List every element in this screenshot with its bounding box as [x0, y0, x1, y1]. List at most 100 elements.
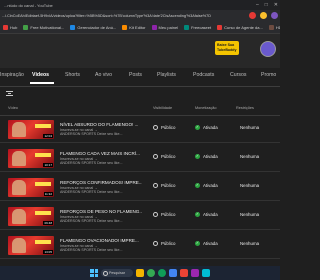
address-bar[interactable]: ...i.ClnCoEAhIEdbtaef-5H9vIA/videos/uplo… [0, 10, 280, 22]
filter-bar[interactable] [0, 87, 280, 100]
bookmark-item[interactable]: Freecaseet [184, 25, 211, 30]
video-description: Inscreva-se no canal → ANDERSON SPORTS De… [60, 128, 140, 137]
video-title[interactable]: REFORÇOS CONFIRMADOS! IMPRE... [60, 180, 142, 185]
file-explorer-icon[interactable] [136, 269, 144, 277]
extension-icon[interactable] [249, 12, 256, 19]
globe-icon [153, 125, 158, 130]
restrictions-value: Nenhuma [240, 125, 260, 130]
video-title[interactable]: REFORÇOS DE PESO NO FLAMENG... [60, 209, 142, 214]
bookmark-item[interactable]: Kit Editor [122, 25, 146, 30]
table-row[interactable]: 09:48 REFORÇOS DE PESO NO FLAMENG... Inscr… [0, 204, 280, 230]
bookmark-label: Free Motivational... [30, 25, 65, 30]
tab-inspiracao[interactable]: Inspiração [0, 72, 24, 78]
maximize-icon[interactable]: □ [265, 2, 268, 8]
bookmark-item[interactable]: Gerenciador de Anú... [70, 25, 116, 30]
window-controls: – □ ✕ [256, 0, 278, 10]
chrome-icon[interactable] [147, 269, 155, 277]
video-thumbnail[interactable]: 13:05 [8, 236, 54, 255]
check-icon: ✓ [195, 241, 200, 246]
monetization-value[interactable]: Ativada [203, 154, 218, 159]
tab-cursos[interactable]: Cursos [230, 72, 246, 78]
monetization-value[interactable]: Ativada [203, 183, 218, 188]
restrictions-value: Nenhuma [240, 212, 260, 217]
app-icon[interactable] [169, 269, 177, 277]
bookmark-label: Kit Editor [129, 25, 146, 30]
column-visibility[interactable]: Visibilidade [153, 106, 172, 110]
check-icon: ✓ [195, 183, 200, 188]
tab-posts[interactable]: Posts [129, 72, 142, 78]
bookmark-label: Hub [10, 25, 18, 30]
visibility-value[interactable]: Público [161, 212, 175, 217]
bookmark-label: Gerenciador de Anú... [77, 25, 117, 30]
bookmarks-bar: Hub Free Motivational... Gerenciador de An… [0, 22, 280, 34]
video-duration: 10:17 [43, 163, 53, 167]
video-thumbnail[interactable]: 11:32 [8, 178, 54, 197]
taskbar-search[interactable]: Pesquisar [101, 269, 133, 277]
visibility-value[interactable]: Público [161, 154, 175, 159]
globe-icon [153, 212, 158, 217]
tab-videos[interactable]: Vídeos [32, 72, 49, 78]
table-row[interactable]: 10:17 FLAMENGO CADA VEZ MAIS INCRÍ... Insc… [0, 146, 280, 172]
column-video[interactable]: Vídeo [8, 106, 18, 110]
browser-titlebar: ...ntúdo do canal - YouTube – □ ✕ [0, 0, 280, 10]
table-row[interactable]: 13:05 FLAMENGO OVACIONADO! IMPRE... Inscre… [0, 233, 280, 259]
restrictions-value: Nenhuma [240, 183, 260, 188]
bookmark-item[interactable]: Hub [3, 25, 17, 30]
check-icon: ✓ [195, 154, 200, 159]
video-thumbnail[interactable]: 12:04 [8, 120, 54, 139]
windows-start-icon[interactable] [90, 269, 98, 277]
extension-icon[interactable] [260, 12, 267, 19]
bookmark-label: Curso de Agente da... [224, 25, 263, 30]
close-icon[interactable]: ✕ [274, 2, 278, 8]
video-title[interactable]: FLAMENGO CADA VEZ MAIS INCRÍ... [60, 151, 142, 156]
tubebuddy-promo[interactable]: Baixe Sua TubeBuddy [215, 41, 239, 55]
video-duration: 11:32 [43, 192, 53, 196]
avatar[interactable] [260, 41, 276, 57]
tab-promo[interactable]: Promo [261, 72, 276, 78]
description-line: ANDERSON SPORTS Deixe seu like... [60, 132, 123, 137]
video-duration: 09:48 [43, 221, 53, 225]
restrictions-value: Nenhuma [240, 154, 260, 159]
bookmark-label: HDR Ne [275, 25, 280, 30]
column-monetization[interactable]: Monetização [195, 106, 217, 110]
url-text[interactable]: ...i.ClnCoEAhIEdbtaef-5H9vIA/videos/uplo… [2, 14, 232, 18]
video-title[interactable]: FLAMENGO OVACIONADO! IMPRE... [60, 238, 142, 243]
video-thumbnail[interactable]: 10:17 [8, 149, 54, 168]
video-thumbnail[interactable]: 09:48 [8, 207, 54, 226]
video-title[interactable]: NÍVEL ABSURDO DO FLAMENGO! ... [60, 122, 142, 127]
bookmark-item[interactable]: HDR Ne [268, 25, 280, 30]
bookmark-favicon-icon [23, 25, 29, 30]
edge-icon[interactable] [158, 269, 166, 277]
column-restrictions[interactable]: Restrições [236, 106, 254, 110]
tab-playlists[interactable]: Playlists [157, 72, 176, 78]
tab-ao-vivo[interactable]: Ao vivo [95, 72, 112, 78]
app-icon[interactable] [191, 269, 199, 277]
table-row[interactable]: 12:04 NÍVEL ABSURDO DO FLAMENGO! ... Inscr… [0, 117, 280, 143]
visibility-value[interactable]: Público [161, 241, 175, 246]
monetization-value[interactable]: Ativada [203, 241, 218, 246]
visibility-value[interactable]: Público [161, 183, 175, 188]
filter-icon[interactable] [6, 91, 13, 96]
check-icon: ✓ [195, 212, 200, 217]
minimize-icon[interactable]: – [256, 2, 259, 8]
profile-icon[interactable] [271, 12, 278, 19]
monetization-value[interactable]: Ativada [203, 125, 218, 130]
bookmark-label: Freecaseet [191, 25, 212, 30]
table-row[interactable]: 11:32 REFORÇOS CONFIRMADOS! IMPRE... Inscr… [0, 175, 280, 201]
app-icon[interactable] [202, 269, 210, 277]
description-line: ANDERSON SPORTS Deixe seu like... [60, 248, 123, 253]
app-icon[interactable] [180, 269, 188, 277]
table-header: Vídeo Visibilidade Monetização Restriçõe… [0, 103, 280, 113]
visibility-value[interactable]: Público [161, 125, 175, 130]
bookmark-item[interactable]: Curso de Agente da... [217, 25, 263, 30]
bookmark-item[interactable]: Free Motivational... [23, 25, 64, 30]
description-line: ANDERSON SPORTS Deixe seu like... [60, 161, 123, 166]
bookmark-item[interactable]: Meu painel [151, 25, 178, 30]
browser-tab-title[interactable]: ...ntúdo do canal - YouTube [4, 3, 53, 8]
monetization-value[interactable]: Ativada [203, 212, 218, 217]
tab-shorts[interactable]: Shorts [65, 72, 80, 78]
tab-podcasts[interactable]: Podcasts [193, 72, 214, 78]
active-tab-indicator [30, 82, 54, 84]
video-description: Inscreva-se no canal → ANDERSON SPORTS De… [60, 186, 140, 195]
bookmark-favicon-icon [122, 25, 128, 30]
